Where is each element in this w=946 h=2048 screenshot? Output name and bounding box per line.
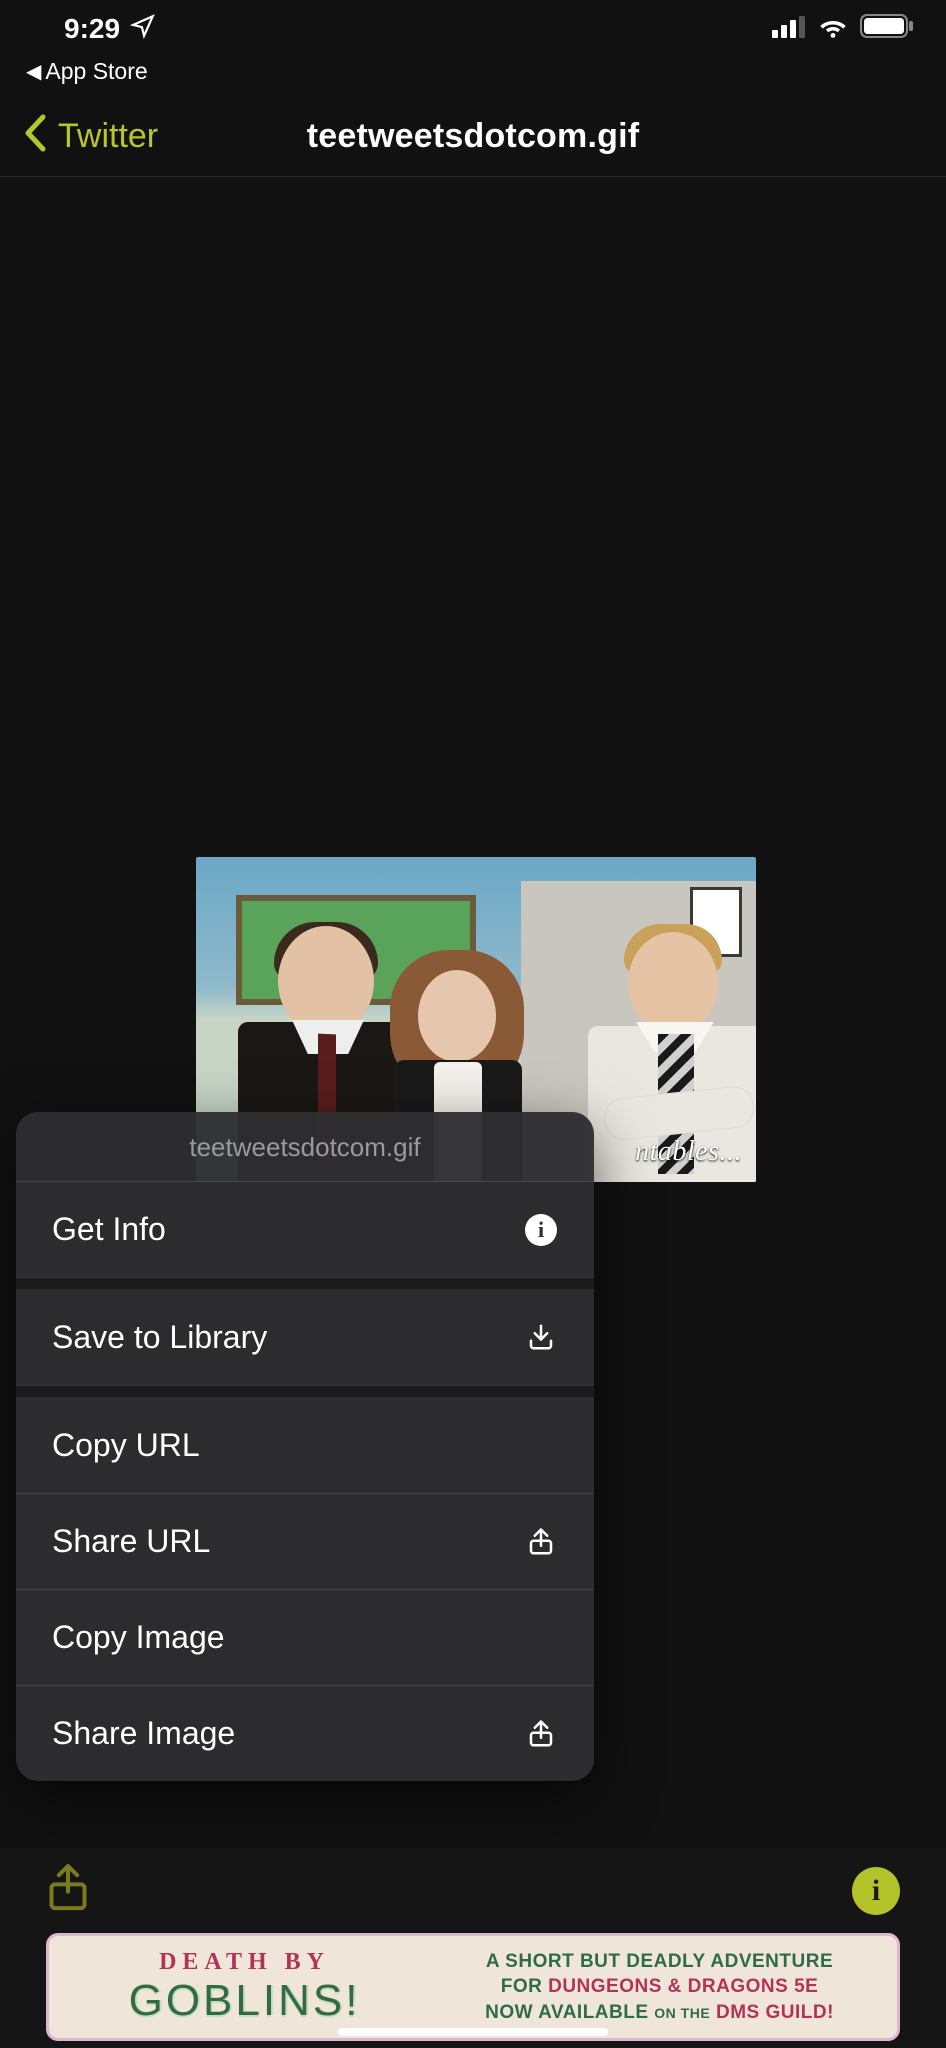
status-left: 9:29	[64, 13, 156, 46]
menu-separator	[16, 1385, 594, 1397]
ad-headline-big: GOBLINS!	[65, 1976, 424, 2026]
status-bar: 9:29	[0, 0, 946, 58]
status-time: 9:29	[64, 13, 120, 45]
ad-left: DEATH BY GOBLINS!	[65, 1949, 424, 2026]
breadcrumb-back-to-app[interactable]: ◀ App Store	[0, 58, 946, 97]
home-indicator[interactable]	[338, 2028, 608, 2036]
info-icon: i	[524, 1213, 558, 1247]
menu-share-url[interactable]: Share URL	[16, 1493, 594, 1589]
ad-line2: FOR DUNGEONS & DRAGONS 5E	[438, 1974, 881, 2000]
nav-bar: Twitter teetweetsdotcom.gif	[0, 97, 946, 177]
share-icon	[524, 1717, 558, 1751]
blank-icon	[524, 1621, 558, 1655]
menu-label: Copy Image	[52, 1619, 225, 1656]
menu-label: Share Image	[52, 1715, 235, 1752]
location-icon	[130, 13, 156, 46]
chevron-left-icon	[22, 113, 48, 160]
menu-copy-url[interactable]: Copy URL	[16, 1397, 594, 1493]
menu-get-info[interactable]: Get Info i	[16, 1181, 594, 1277]
gif-caption: ntables...	[635, 1136, 742, 1168]
back-button[interactable]: Twitter	[22, 113, 158, 160]
menu-label: Copy URL	[52, 1427, 200, 1464]
status-right	[772, 13, 914, 45]
battery-icon	[860, 13, 914, 45]
ad-line3: NOW AVAILABLE ON THE DMS GUILD!	[438, 2000, 881, 2026]
menu-label: Share URL	[52, 1523, 210, 1560]
menu-save-to-library[interactable]: Save to Library	[16, 1289, 594, 1385]
menu-copy-image[interactable]: Copy Image	[16, 1589, 594, 1685]
share-button[interactable]	[46, 1864, 90, 1917]
footer: i DEATH BY GOBLINS! A SHORT BUT DEADLY A…	[0, 1848, 946, 2048]
info-button[interactable]: i	[852, 1867, 900, 1915]
context-menu: teetweetsdotcom.gif Get Info i Save to L…	[16, 1112, 594, 1781]
ad-headline-top: DEATH BY	[65, 1949, 424, 1976]
wifi-icon	[818, 13, 848, 45]
menu-label: Save to Library	[52, 1319, 267, 1356]
share-icon	[524, 1525, 558, 1559]
menu-label: Get Info	[52, 1211, 166, 1248]
back-label: Twitter	[58, 117, 158, 156]
ad-banner[interactable]: DEATH BY GOBLINS! A SHORT BUT DEADLY ADV…	[46, 1933, 900, 2041]
ad-right: A SHORT BUT DEADLY ADVENTURE FOR DUNGEON…	[438, 1949, 881, 2026]
cellular-icon	[772, 13, 806, 45]
content-area: ntables... teetweetsdotcom.gif Get Info …	[0, 177, 946, 1847]
breadcrumb-label: App Store	[45, 58, 147, 85]
toolbar: i	[0, 1848, 946, 1925]
context-menu-title: teetweetsdotcom.gif	[16, 1112, 594, 1181]
blank-icon	[524, 1428, 558, 1462]
menu-share-image[interactable]: Share Image	[16, 1685, 594, 1781]
menu-separator	[16, 1277, 594, 1289]
chevron-left-small-icon: ◀	[26, 59, 41, 84]
download-icon	[524, 1320, 558, 1354]
ad-line1: A SHORT BUT DEADLY ADVENTURE	[438, 1949, 881, 1975]
